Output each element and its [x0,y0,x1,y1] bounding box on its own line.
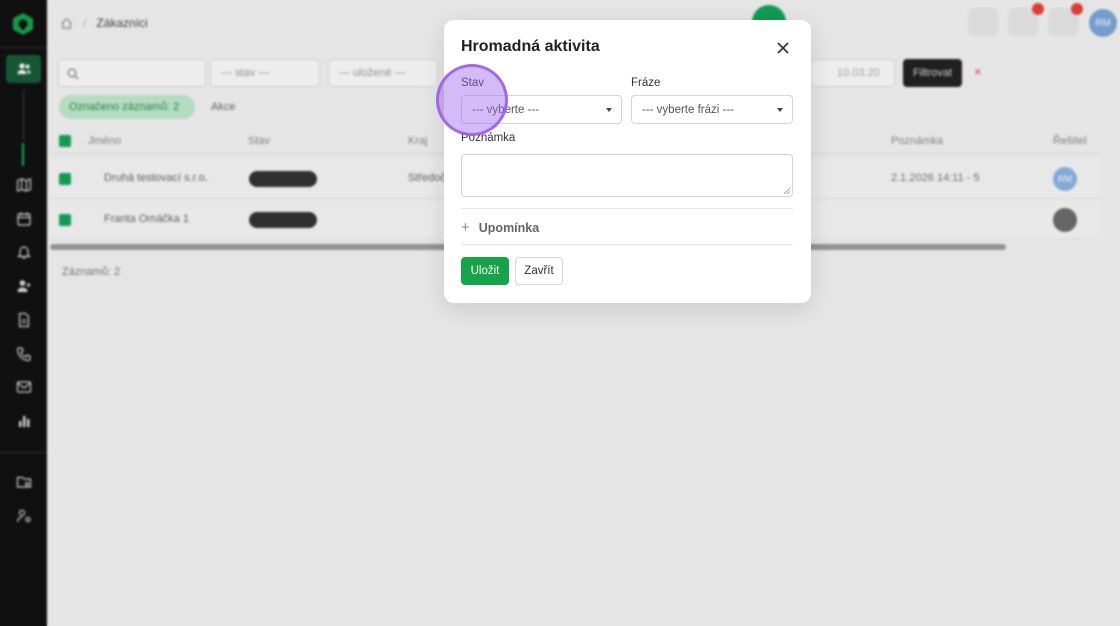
fraze-label: Fráze [631,77,661,89]
modal-title: Hromadná aktivita [461,38,600,55]
divider [461,244,793,245]
click-indicator [436,64,508,136]
poznamka-textarea[interactable] [461,154,793,197]
divider [461,208,793,209]
save-button[interactable]: Uložit [461,257,509,285]
chevron-down-icon [777,108,783,112]
plus-icon: + [461,219,470,236]
fraze-select-value: --- vyberte frázi --- [642,103,734,116]
reminder-label: Upomínka [478,220,540,235]
close-icon[interactable] [774,39,792,57]
resize-handle-icon[interactable] [784,188,790,194]
reminder-toggle[interactable]: + Upomínka [461,219,539,236]
bulk-activity-modal: Hromadná aktivita Stav --- vyberte --- F… [444,20,811,303]
close-button[interactable]: Zavřít [515,257,563,285]
chevron-down-icon [606,108,612,112]
fraze-select[interactable]: --- vyberte frázi --- [631,95,793,124]
